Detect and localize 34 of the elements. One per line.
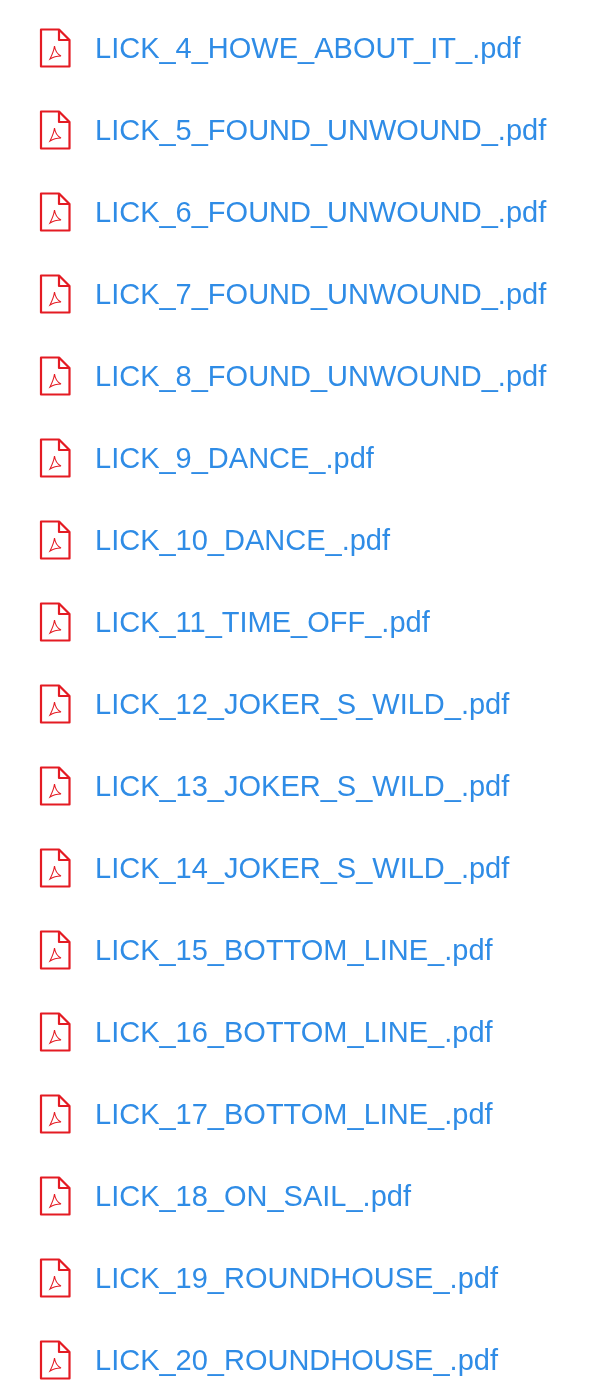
file-link[interactable]: LICK_5_FOUND_UNWOUND_.pdf	[95, 113, 547, 147]
pdf-file-icon	[38, 110, 71, 150]
file-link[interactable]: LICK_9_DANCE_.pdf	[95, 441, 374, 475]
file-link[interactable]: LICK_6_FOUND_UNWOUND_.pdf	[95, 195, 547, 229]
pdf-file-icon	[38, 848, 71, 888]
file-link[interactable]: LICK_14_JOKER_S_WILD_.pdf	[95, 851, 510, 885]
file-link[interactable]: LICK_12_JOKER_S_WILD_.pdf	[95, 687, 510, 721]
file-link[interactable]: LICK_4_HOWE_ABOUT_IT_.pdf	[95, 31, 521, 65]
pdf-file-icon	[38, 684, 71, 724]
file-link[interactable]: LICK_8_FOUND_UNWOUND_.pdf	[95, 359, 547, 393]
file-link[interactable]: LICK_19_ROUNDHOUSE_.pdf	[95, 1261, 498, 1295]
pdf-file-icon	[38, 192, 71, 232]
pdf-file-icon	[38, 930, 71, 970]
pdf-file-icon	[38, 356, 71, 396]
pdf-file-icon	[38, 520, 71, 560]
pdf-file-icon	[38, 28, 71, 68]
file-link[interactable]: LICK_16_BOTTOM_LINE_.pdf	[95, 1015, 493, 1049]
file-link[interactable]: LICK_13_JOKER_S_WILD_.pdf	[95, 769, 510, 803]
file-link[interactable]: LICK_15_BOTTOM_LINE_.pdf	[95, 933, 493, 967]
pdf-file-icon	[38, 1176, 71, 1216]
pdf-file-icon	[38, 766, 71, 806]
pdf-file-icon	[38, 602, 71, 642]
file-link[interactable]: LICK_7_FOUND_UNWOUND_.pdf	[95, 277, 547, 311]
file-link[interactable]: LICK_17_BOTTOM_LINE_.pdf	[95, 1097, 493, 1131]
pdf-file-icon	[38, 438, 71, 478]
file-link[interactable]: LICK_10_DANCE_.pdf	[95, 523, 390, 557]
file-link[interactable]: LICK_20_ROUNDHOUSE_.pdf	[95, 1343, 498, 1377]
file-link[interactable]: LICK_18_ON_SAIL_.pdf	[95, 1179, 411, 1213]
pdf-file-icon	[38, 1258, 71, 1298]
file-link[interactable]: LICK_11_TIME_OFF_.pdf	[95, 605, 430, 639]
pdf-file-icon	[38, 1094, 71, 1134]
pdf-file-icon	[38, 1012, 71, 1052]
pdf-file-icon	[38, 274, 71, 314]
pdf-file-icon	[38, 1340, 71, 1380]
